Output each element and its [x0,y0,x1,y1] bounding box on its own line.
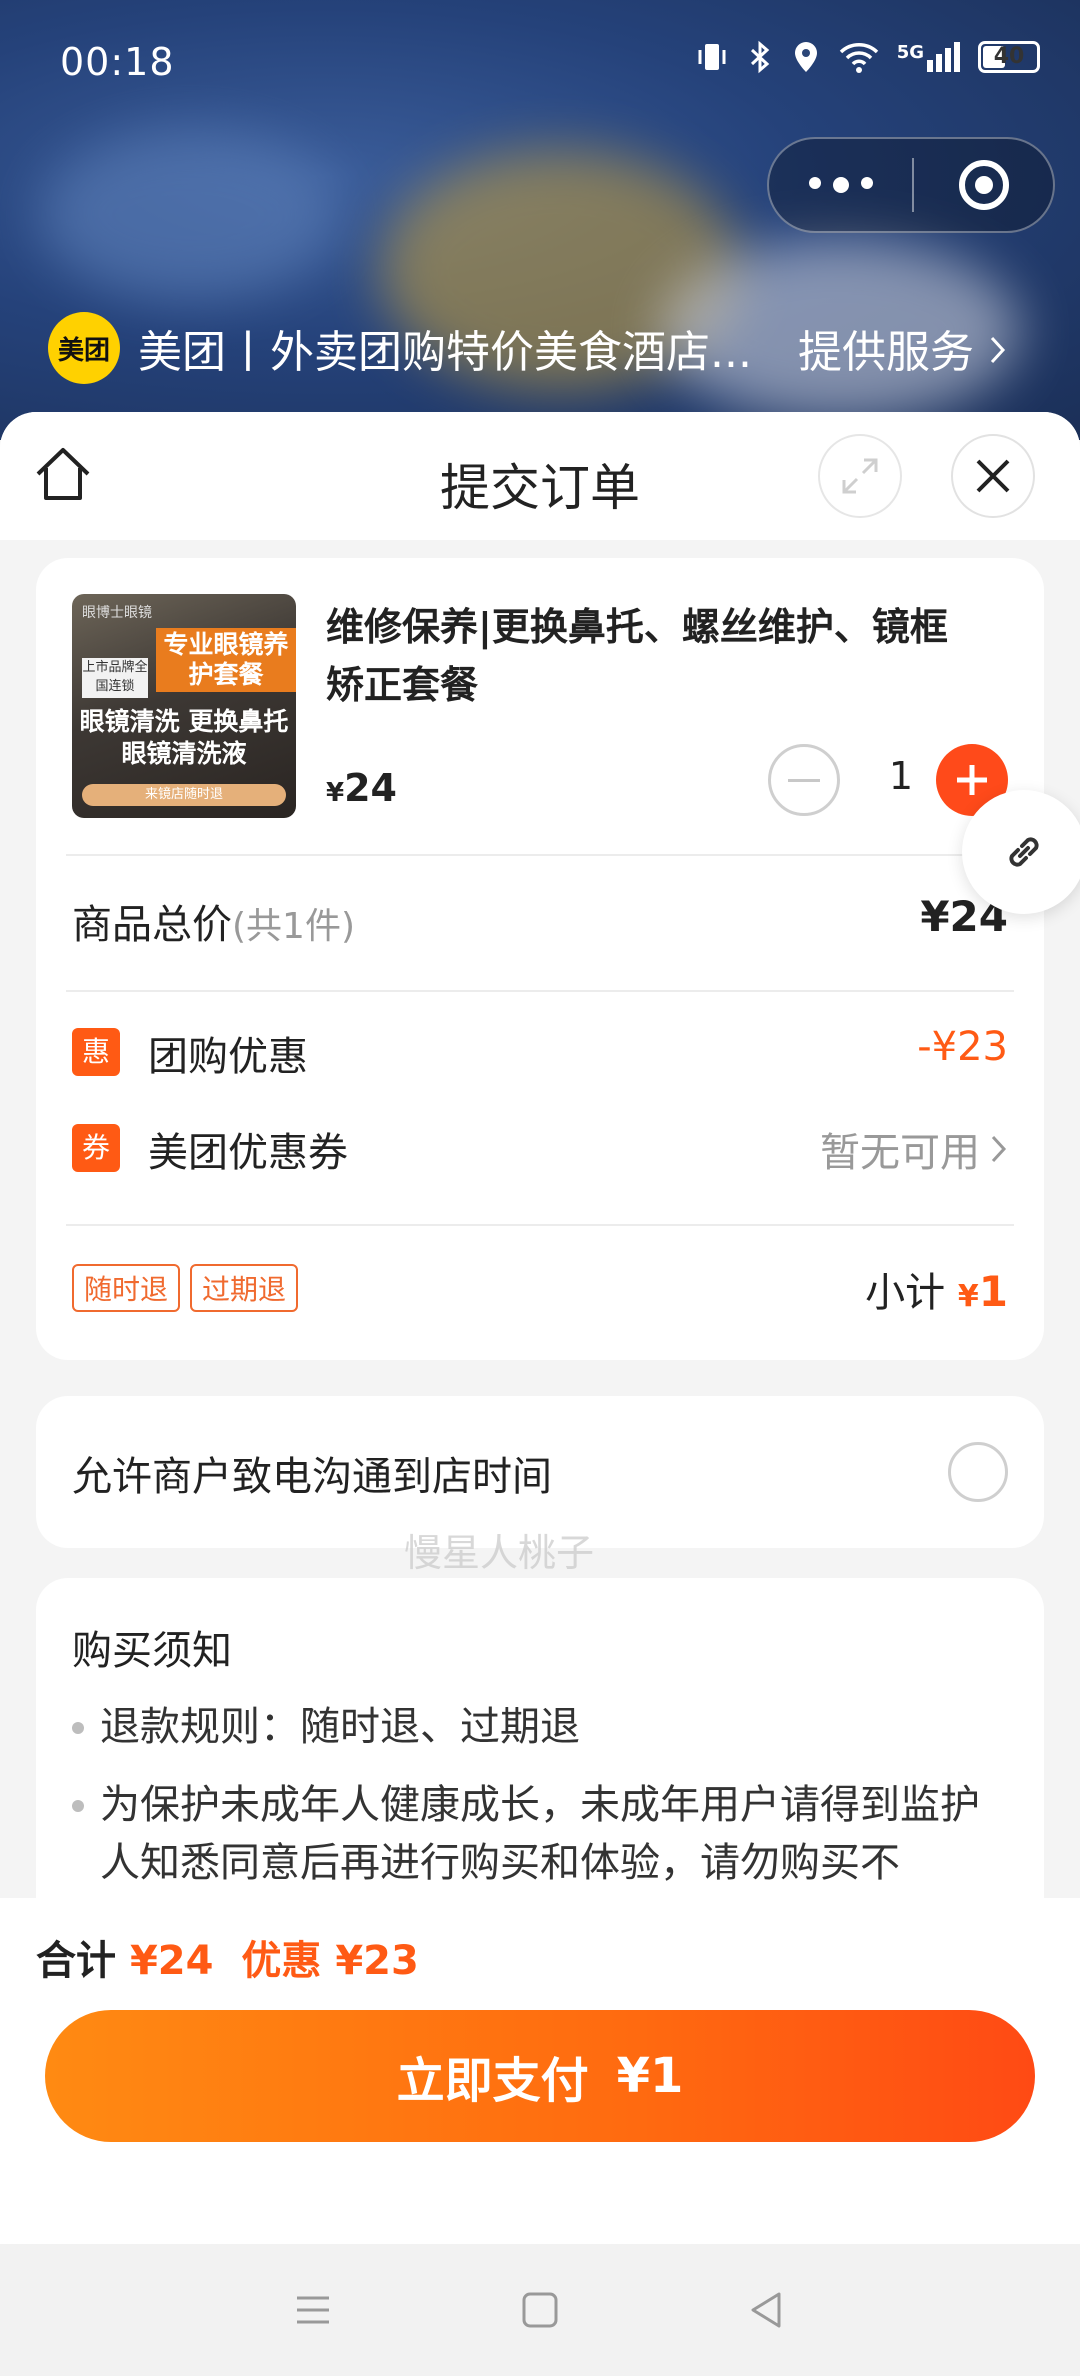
price-value: 24 [344,766,397,810]
watermark: 慢星人桃子 [404,1531,595,1575]
divider [66,990,1014,992]
notice-item: 退款规则：随时退、过期退 [72,1698,1012,1756]
refund-expired-badge: 过期退 [190,1264,299,1312]
pay-label: 立即支付 [396,2053,589,2109]
sheet-header: 提交订单 [0,412,1080,540]
divider [66,854,1014,856]
coupon-label: 美团优惠券 [148,1130,348,1176]
subtotal-value: ¥1 [958,1267,1008,1316]
divider [66,1224,1014,1226]
coupon-value: 暂无可用 [820,1130,980,1176]
order-card: 眼博士眼镜 专业眼镜养护套餐 上市品牌全国连锁 眼镜清洗 更换鼻托 眼镜清洗液 … [36,558,1044,1360]
vibrate-icon [698,44,726,70]
subtotal-label: 小计 [865,1270,946,1316]
expand-icon [842,458,878,494]
mini-program-capsule [767,137,1055,233]
battery-icon: 40 [978,41,1040,73]
contact-permission-radio[interactable] [948,1442,1008,1502]
notice-title: 购买须知 [72,1628,232,1674]
subtotal: 小计 ¥1 [865,1260,1008,1318]
notice-item: 为保护未成年人健康成长，未成年用户请得到监护人知悉同意后再进行购买和体验，请勿购… [72,1776,1012,1892]
discount-value: ¥23 [335,1938,419,1984]
decrease-quantity-button[interactable] [768,744,840,816]
network-type: 5G [896,42,924,63]
status-time: 00:18 [60,40,175,84]
group-discount-value: -¥23 [917,1024,1008,1070]
thumb-banner: 专业眼镜养护套餐 [156,628,296,692]
more-options-button[interactable] [769,177,912,193]
price-currency: ¥ [326,778,345,808]
service-provider-link[interactable]: 提供服务 [798,316,1008,380]
close-icon [976,459,1010,493]
location-icon [794,42,817,72]
product-price: ¥24 [326,766,397,810]
thumb-services: 眼镜清洗 更换鼻托 眼镜清洗液 [79,707,289,768]
expand-button[interactable] [818,434,902,518]
contact-permission-label: 允许商户致电沟通到店时间 [72,1454,552,1500]
discount-icon: 惠 [72,1028,120,1076]
meituan-logo: 美团 [48,312,120,384]
mini-program-bar: 美团 美团丨外卖团购特价美食酒店... 提供服务 [48,312,1048,384]
product-name: 维修保养|更换鼻托、螺丝维护、镜框矫正套餐 [326,605,948,707]
exit-mini-program-button[interactable] [914,160,1053,210]
mini-program-title[interactable]: 美团丨外卖团购特价美食酒店... [138,316,778,380]
plus-icon [957,765,987,795]
thumb-side-label: 上市品牌全国连锁 [82,658,148,698]
page-title: 提交订单 [440,459,640,517]
minus-icon [788,778,820,782]
coupon-icon: 券 [72,1124,120,1172]
refund-badges: 随时退 过期退 [72,1264,308,1312]
payment-bar: 合计 ¥24 优惠 ¥23 立即支付 ¥1 [0,1898,1080,2244]
thumb-brand: 眼博士眼镜 [82,605,152,621]
close-button[interactable] [951,434,1035,518]
coupon-selector[interactable]: 暂无可用 [820,1120,1008,1178]
wifi-icon [839,43,878,73]
discount-label: 优惠 [241,1938,322,1984]
home-square-icon[interactable] [518,2288,562,2332]
total-summary: 合计 ¥24 优惠 ¥23 [36,1928,419,1986]
link-icon [1009,837,1039,867]
chevron-right-icon [990,336,1006,364]
total-label: 合计 [36,1938,116,1984]
total-value: ¥24 [129,1938,214,1984]
product-thumbnail[interactable]: 眼博士眼镜 专业眼镜养护套餐 上市品牌全国连锁 眼镜清洗 更换鼻托 眼镜清洗液 … [72,594,296,818]
thumb-pill: 来镜店随时退 [82,784,286,806]
battery-level: 40 [993,44,1025,69]
goods-count: (共1件) [232,906,355,947]
system-navigation-bar [0,2244,1080,2376]
bluetooth-icon [750,40,769,74]
copy-link-button[interactable] [962,790,1080,914]
target-icon [958,160,1009,210]
group-discount-label: 团购优惠 [148,1034,308,1080]
back-icon[interactable] [745,2288,789,2332]
chevron-right-icon [991,1135,1007,1163]
refund-anytime-badge: 随时退 [72,1264,181,1312]
status-icons: 5G 40 [695,40,1040,74]
signal-icon: 5G [897,42,960,72]
goods-total-text: 商品总价 [72,902,232,948]
subtotal-currency: ¥ [957,1279,979,1314]
pay-amount: ¥1 [616,2048,684,2104]
service-provider-label: 提供服务 [798,327,974,378]
subtotal-amount: 1 [978,1267,1008,1316]
quantity-value: 1 [888,754,914,798]
pay-now-button[interactable]: 立即支付 ¥1 [45,2010,1035,2142]
goods-total-label: 商品总价(共1件) [72,892,355,950]
menu-icon[interactable] [291,2288,335,2332]
